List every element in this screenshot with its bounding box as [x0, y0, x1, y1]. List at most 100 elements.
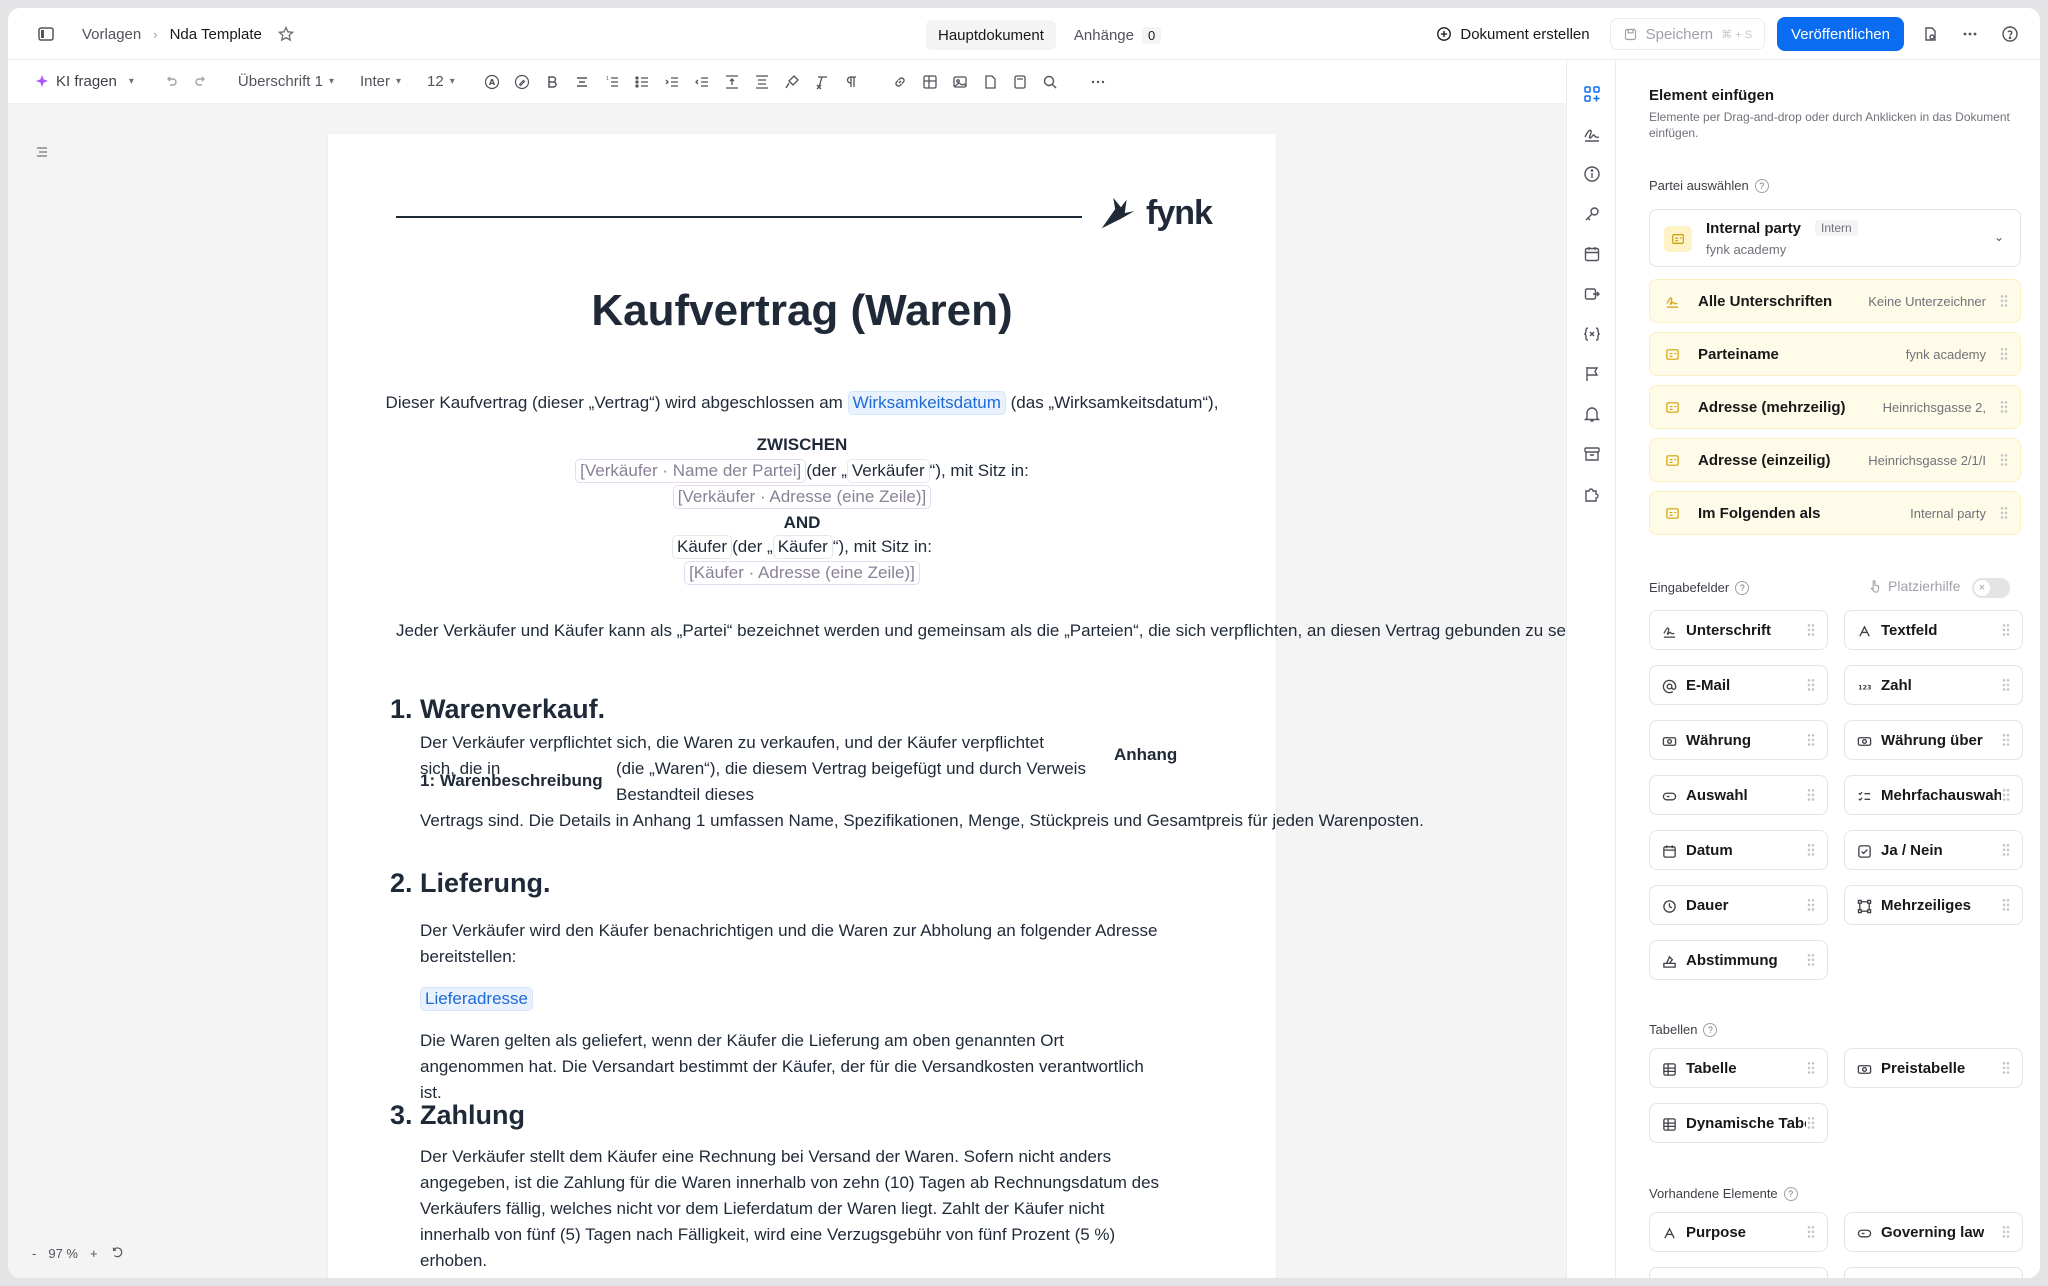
more-options-icon[interactable]: [1956, 20, 1984, 48]
field-textfield[interactable]: Textfeld: [1844, 610, 2023, 650]
drag-handle-icon[interactable]: [1807, 1061, 1815, 1075]
field-existing-partial[interactable]: [1844, 1267, 2023, 1278]
highlight-icon[interactable]: [507, 68, 537, 96]
placement-helper-toggle[interactable]: [1972, 578, 2010, 598]
info-icon[interactable]: [1576, 158, 1608, 190]
ordered-list-icon[interactable]: 1: [597, 68, 627, 96]
drag-handle-icon[interactable]: [2002, 623, 2010, 637]
drag-handle-icon[interactable]: [2002, 898, 2010, 912]
drag-handle-icon[interactable]: [2000, 294, 2008, 308]
seller-name-field[interactable]: [Verkäufer · Name der Partei]: [575, 459, 807, 483]
party-field-referred-as[interactable]: Im Folgenden als Internal party: [1649, 491, 2021, 535]
field-select[interactable]: Auswahl: [1649, 775, 1828, 815]
save-button[interactable]: Speichern ⌘ + S: [1609, 18, 1766, 50]
field-multiline[interactable]: Mehrzeiliges: [1844, 885, 2023, 925]
tab-attachments[interactable]: Anhänge 0: [1062, 20, 1173, 50]
help-circle-icon[interactable]: ?: [1735, 580, 1750, 595]
create-document-button[interactable]: Dokument erstellen: [1428, 18, 1597, 50]
outline-icon[interactable]: [34, 144, 50, 164]
key-icon[interactable]: [1576, 198, 1608, 230]
seller-address-field[interactable]: [Verkäufer · Adresse (eine Zeile)]: [672, 485, 932, 509]
drag-handle-icon[interactable]: [2000, 400, 2008, 414]
heading-style-select[interactable]: Überschrift 1 ▾: [234, 68, 338, 96]
buyer-address-field[interactable]: [Käufer · Adresse (eine Zeile)]: [684, 561, 920, 585]
drag-handle-icon[interactable]: [1807, 788, 1815, 802]
document-settings-icon[interactable]: [1916, 20, 1944, 48]
bold-icon[interactable]: [537, 68, 567, 96]
puzzle-icon[interactable]: [1576, 478, 1608, 510]
font-size-select[interactable]: 12 ▾: [423, 68, 459, 96]
field-purpose[interactable]: Purpose: [1649, 1212, 1828, 1252]
signature-icon[interactable]: [1576, 118, 1608, 150]
text-color-icon[interactable]: A: [477, 68, 507, 96]
field-governing-law[interactable]: Governing law: [1844, 1212, 2023, 1252]
document-canvas[interactable]: fynk Kaufvertrag (Waren) Dieser Kaufvert…: [8, 104, 1566, 1278]
party-field-address-multi[interactable]: Adresse (mehrzeilig) Heinrichsgasse 2,: [1649, 385, 2021, 429]
help-circle-icon[interactable]: ?: [1754, 178, 1769, 193]
zoom-in-button[interactable]: +: [90, 1246, 98, 1261]
indent-icon[interactable]: [657, 68, 687, 96]
help-circle-icon[interactable]: ?: [1783, 1186, 1798, 1201]
help-circle-icon[interactable]: ?: [1703, 1022, 1718, 1037]
paragraph-spacing-icon[interactable]: [747, 68, 777, 96]
zoom-reset-icon[interactable]: [110, 1245, 124, 1262]
tab-main-document[interactable]: Hauptdokument: [926, 20, 1056, 50]
field-date[interactable]: Datum: [1649, 830, 1828, 870]
drag-handle-icon[interactable]: [1807, 953, 1815, 967]
drag-handle-icon[interactable]: [2002, 788, 2010, 802]
search-icon[interactable]: [1035, 68, 1065, 96]
breadcrumb-templates[interactable]: Vorlagen: [82, 26, 141, 43]
field-price-table[interactable]: Preistabelle: [1844, 1048, 2023, 1088]
field-number[interactable]: 123 Zahl: [1844, 665, 2023, 705]
drag-handle-icon[interactable]: [1807, 623, 1815, 637]
field-dynamic-table[interactable]: Dynamische Tabelle: [1649, 1103, 1828, 1143]
calendar-icon[interactable]: [1576, 238, 1608, 270]
line-spacing-icon[interactable]: [717, 68, 747, 96]
drag-handle-icon[interactable]: [1807, 1225, 1815, 1239]
field-signature[interactable]: Unterschrift: [1649, 610, 1828, 650]
variable-icon[interactable]: [1576, 318, 1608, 350]
bullet-list-icon[interactable]: [627, 68, 657, 96]
drag-handle-icon[interactable]: [2002, 733, 2010, 747]
export-icon[interactable]: [1576, 278, 1608, 310]
drag-handle-icon[interactable]: [2000, 506, 2008, 520]
drag-handle-icon[interactable]: [2002, 1061, 2010, 1075]
party-field-signatures[interactable]: Alle Unterschriften Keine Unterzeichner: [1649, 279, 2021, 323]
field-multiselect[interactable]: Mehrfachauswahl: [1844, 775, 2023, 815]
effective-date-field[interactable]: Wirksamkeitsdatum: [847, 391, 1006, 415]
file-icon[interactable]: [975, 68, 1005, 96]
drag-handle-icon[interactable]: [1807, 1116, 1815, 1130]
publish-button[interactable]: Veröffentlichen: [1777, 17, 1904, 51]
drag-handle-icon[interactable]: [1807, 843, 1815, 857]
format-painter-icon[interactable]: [777, 68, 807, 96]
drag-handle-icon[interactable]: [2002, 843, 2010, 857]
buyer-alias-field[interactable]: Käufer: [772, 535, 833, 559]
image-icon[interactable]: [945, 68, 975, 96]
align-icon[interactable]: [567, 68, 597, 96]
calculator-icon[interactable]: [1005, 68, 1035, 96]
field-currency-over[interactable]: Währung über: [1844, 720, 2023, 760]
sidebar-toggle-icon[interactable]: [32, 20, 60, 48]
field-duration[interactable]: Dauer: [1649, 885, 1828, 925]
field-existing-partial[interactable]: [1649, 1267, 1828, 1278]
drag-handle-icon[interactable]: [1807, 678, 1815, 692]
field-email[interactable]: E-Mail: [1649, 665, 1828, 705]
pilcrow-icon[interactable]: [837, 68, 867, 96]
document-page[interactable]: fynk Kaufvertrag (Waren) Dieser Kaufvert…: [328, 134, 1566, 1278]
zoom-out-button[interactable]: -: [32, 1246, 36, 1261]
drag-handle-icon[interactable]: [2002, 678, 2010, 692]
drag-handle-icon[interactable]: [1807, 733, 1815, 747]
drag-handle-icon[interactable]: [2000, 453, 2008, 467]
table-insert-icon[interactable]: [915, 68, 945, 96]
ai-ask-button[interactable]: KI fragen ▾: [30, 68, 138, 96]
font-family-select[interactable]: Inter ▾: [356, 68, 405, 96]
party-field-address-single[interactable]: Adresse (einzeilig) Heinrichsgasse 2/1/I: [1649, 438, 2021, 482]
buyer-name-field[interactable]: Käufer: [672, 535, 733, 559]
insert-elements-icon[interactable]: [1576, 78, 1608, 110]
redo-icon[interactable]: [186, 68, 216, 96]
drag-handle-icon[interactable]: [1807, 898, 1815, 912]
delivery-address-field[interactable]: Lieferadresse: [420, 987, 534, 1011]
archive-icon[interactable]: [1576, 438, 1608, 470]
drag-handle-icon[interactable]: [2002, 1225, 2010, 1239]
party-select[interactable]: Internal party Intern fynk academy ⌄: [1649, 209, 2021, 267]
